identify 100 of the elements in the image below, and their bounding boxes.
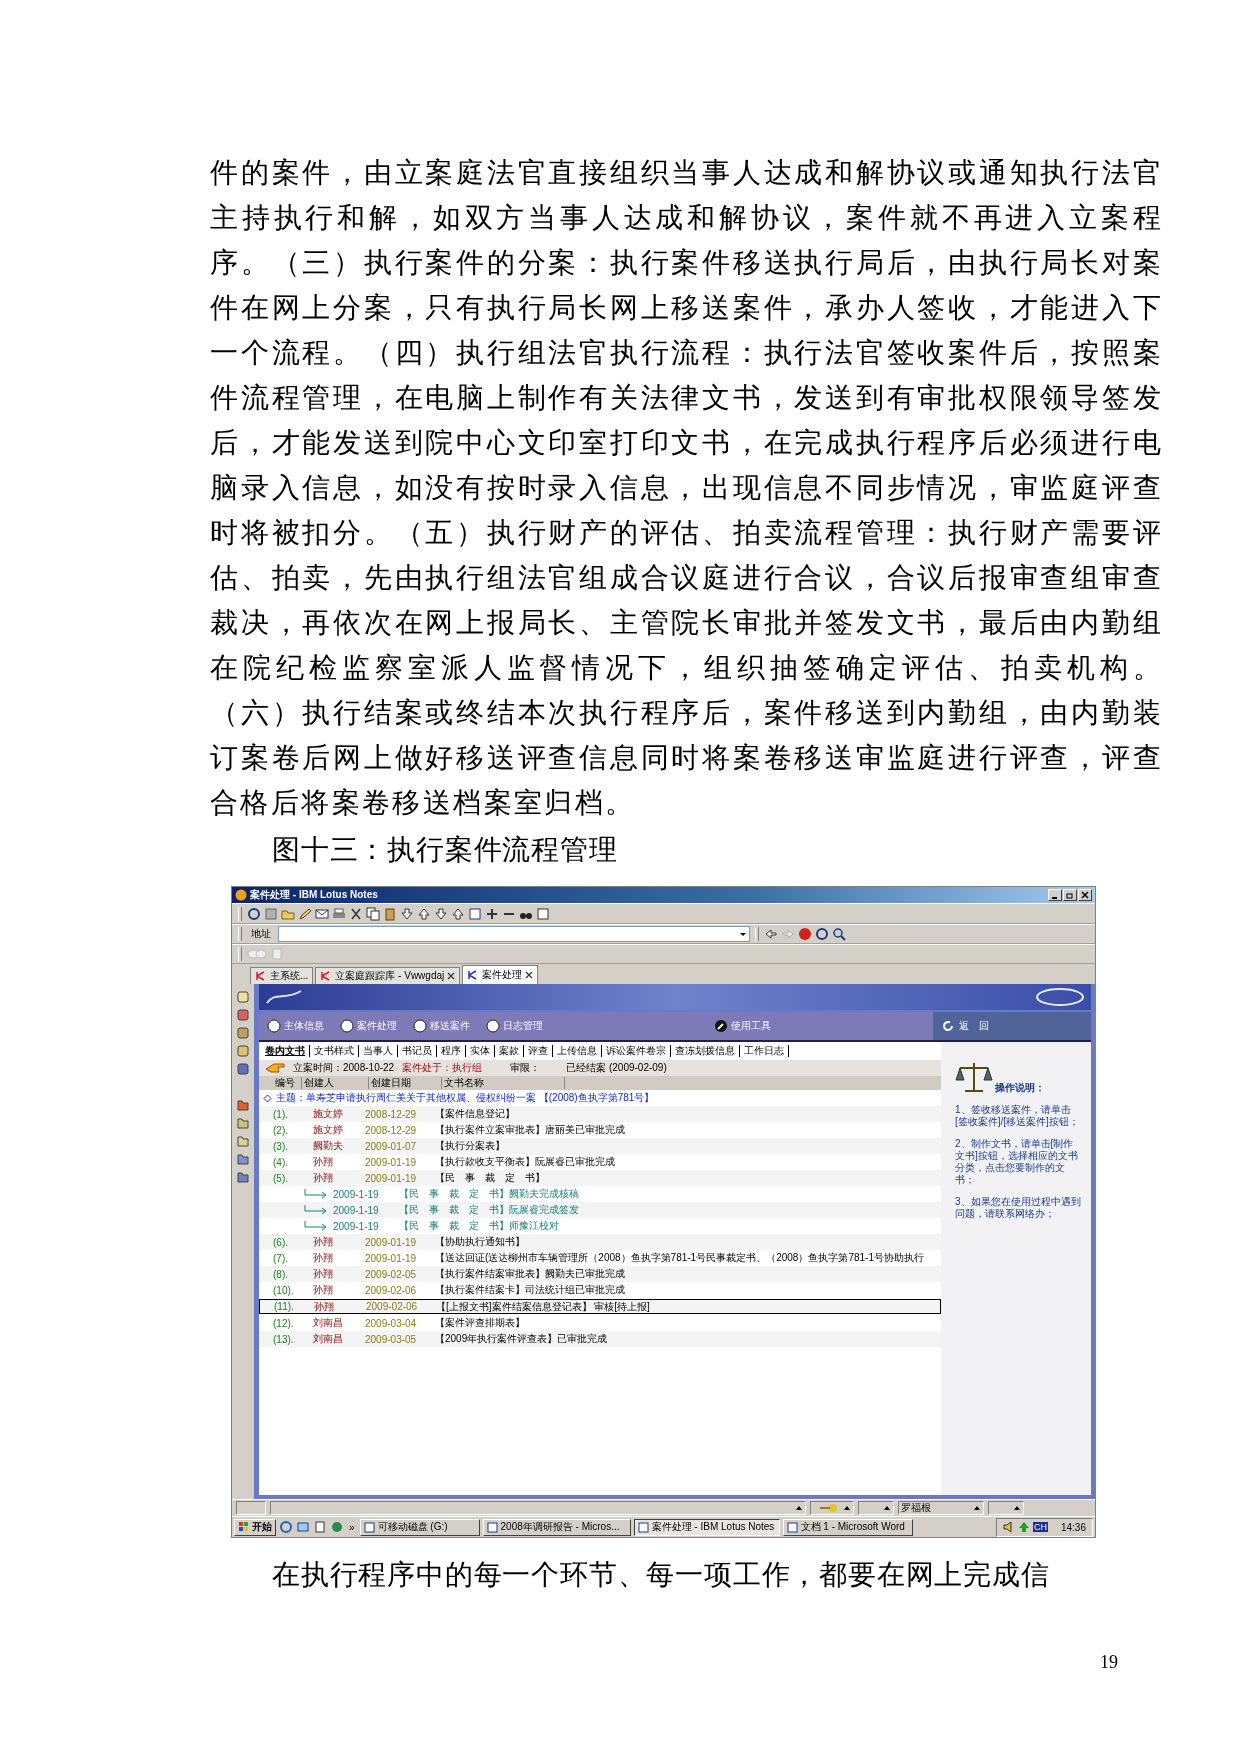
- up-caret-icon: [973, 1504, 981, 1512]
- arrow-down-icon[interactable]: [400, 906, 414, 921]
- taskbar-button[interactable]: 可移动磁盘 (G:): [359, 1518, 480, 1536]
- window-icon: [486, 1521, 498, 1533]
- close-icon[interactable]: [447, 972, 456, 980]
- status-panel[interactable]: [988, 1501, 1024, 1515]
- speaker-icon: [1002, 1521, 1015, 1533]
- creator-name: 孙翔: [313, 1283, 334, 1297]
- document-title: 【执行案件立案审批表】唐丽美已审批完成: [435, 1123, 626, 1137]
- input-method-indicator[interactable]: CH: [1032, 1522, 1048, 1532]
- window-icon: [363, 1521, 375, 1533]
- plus-icon[interactable]: [485, 906, 499, 921]
- section-tab[interactable]: 上传信息: [553, 1045, 602, 1057]
- section-tab[interactable]: 卷内文书: [261, 1045, 310, 1057]
- window-title: 案件处理 - IBM Lotus Notes: [250, 889, 378, 901]
- copy-icon[interactable]: [366, 906, 380, 921]
- close-button[interactable]: [1078, 889, 1092, 901]
- search-icon[interactable]: [832, 927, 846, 941]
- address-field[interactable]: [278, 926, 750, 942]
- section-tab[interactable]: 书记员: [398, 1045, 437, 1057]
- print-icon[interactable]: [332, 906, 346, 921]
- created-date: 2009-01-19: [365, 1172, 418, 1184]
- section-tab[interactable]: 评查: [524, 1045, 553, 1057]
- key-icon: [819, 1503, 839, 1513]
- section-tab[interactable]: 诉讼案件卷宗: [602, 1045, 671, 1057]
- document-row[interactable]: (13). 刘南昌 2009-03-05 【2009年执行案件评查表】已审批完成: [259, 1331, 941, 1347]
- document-title: 【案件信息登记】: [435, 1107, 516, 1121]
- window-icon[interactable]: [468, 906, 482, 921]
- document-title: 【执行案件结案卡】司法统计组已审批完成: [435, 1283, 626, 1297]
- column-header: 创建日期: [369, 1077, 442, 1089]
- minimize-button[interactable]: [1048, 889, 1062, 901]
- nav-menu-item[interactable]: 移送案件: [405, 1019, 478, 1033]
- row-number: (13).: [273, 1333, 295, 1345]
- tools-menu-item[interactable]: 使用工具: [705, 1019, 779, 1033]
- section-tab[interactable]: 案款: [495, 1045, 524, 1057]
- user-selector[interactable]: 罗福根: [898, 1501, 984, 1515]
- document-title: 【送达回证(送达柳州市车辆管理所（2008）鱼执字第781-1号民事裁定书、（2008）鱼执字第781-1号协助执行: [435, 1251, 925, 1265]
- document-title: 【[上报文书]案件结案信息登记表】 审核[待上报]: [436, 1299, 651, 1314]
- arrow-down-icon[interactable]: [434, 906, 448, 921]
- document-row[interactable]: (6). 孙翔 2009-01-19 【协助执行通知书】: [259, 1234, 941, 1250]
- creator-name: 施文婷: [313, 1107, 344, 1121]
- creator-name: 孙翔: [314, 1299, 335, 1314]
- taskbar-button[interactable]: 案件处理 - IBM Lotus Notes: [633, 1518, 780, 1536]
- section-tab[interactable]: 工作日志: [740, 1045, 789, 1057]
- arrow-up-icon[interactable]: [451, 906, 465, 921]
- created-date: 2008-12-29: [365, 1124, 418, 1136]
- figure-caption: 图十三：执行案件流程管理: [271, 833, 619, 867]
- up-caret-icon: [883, 1504, 891, 1512]
- row-number: (4).: [273, 1156, 289, 1168]
- case-topic: 主题：单寿芝申请执行周仁美关于其他权属、侵权纠纷一案 【(2008)鱼执字第781号】: [276, 1091, 655, 1105]
- more-icons-button[interactable]: »: [347, 1521, 357, 1533]
- document-tab[interactable]: 案件处理: [462, 965, 539, 984]
- document-title: 【案件评查排期表】: [435, 1316, 526, 1330]
- creator-name: 刘南昌: [313, 1332, 344, 1346]
- status-panel: [236, 1501, 266, 1515]
- notepad-icon[interactable]: [313, 1520, 327, 1534]
- nav-menu-item[interactable]: 案件处理: [332, 1019, 405, 1033]
- created-date: 2009-02-06: [366, 1301, 419, 1312]
- document-row[interactable]: (1). 施文婷 2008-12-29 【案件信息登记】: [259, 1106, 941, 1122]
- document-row[interactable]: (8). 孙翔 2009-02-05 【执行案件结案审批表】阙勤夫已审批完成: [259, 1266, 941, 1282]
- start-button[interactable]: 开始: [234, 1518, 276, 1536]
- close-icon: [1081, 891, 1089, 899]
- security-panel[interactable]: [810, 1501, 854, 1515]
- section-tab[interactable]: 实体: [466, 1045, 495, 1057]
- back-arrow-icon[interactable]: [764, 927, 778, 941]
- round-menu-icon: [340, 1019, 354, 1033]
- filing-date: 立案时间：2008-10-22: [293, 1061, 395, 1075]
- document-row[interactable]: (11). 孙翔 2009-02-06 【[上报文书]案件结案信息登记表】 审核[待上报]: [259, 1299, 941, 1314]
- edit-icon[interactable]: [298, 906, 312, 921]
- section-tab[interactable]: 程序: [437, 1045, 466, 1057]
- section-tab[interactable]: 查冻划拨信息: [671, 1045, 740, 1057]
- document-tab[interactable]: 主系统...: [250, 967, 314, 984]
- document-title: 【执行款收支平衡表】阮展睿已审批完成: [435, 1155, 616, 1169]
- taskbar-button[interactable]: 文档 1 - Microsoft Word: [782, 1518, 913, 1536]
- database-logo-icon: [255, 970, 267, 982]
- creator-name: 阙勤夫: [313, 1139, 344, 1153]
- arrow-up-icon[interactable]: [417, 906, 431, 921]
- status-panel[interactable]: [858, 1501, 894, 1515]
- section-tab[interactable]: 当事人: [359, 1045, 398, 1057]
- body-paragraph: 件的案件，由立案庭法官直接组织当事人达成和解协议或通知执行法官主持执行和解，如双方当事人达成和解协议，案件就不再进入立案程序。（三）执行案件的分案：执行案件移送执行局后，由执行局长对案件在网上分案，只有执行局长网上移送案件，承办人签收，才能进入下一个流程。（四）执行组法官执行流程：执行法官签收案件后，按照案件流程管理，在电脑上制作有关法律文书，发送到有审批权限领导签发后，才能发送到院中心文印室打印文书，在完成执行程序后必须进行电脑录入信息，如没有按时录入信息，出现信息不同步情况，审监庭评查时将被扣分。（五）执行财产的评估、拍卖流程管理：执行财产需要评估、拍卖，先由执行组法官组成合议庭进行合议，合议后报审查组审查裁决，再依次在网上报局长、主管院长审批并签发文书，最后由内勤组在院纪检监察室派人监督情况下，组织抽签确定评估、拍卖机构。（六）执行结案或终结本次执行程序后，案件移送到内勤组，由内勤装订案卷后网上做好移送评查信息同时将案卷移送审监庭进行评查，评查合格后将案卷移送档案室归档。: [210, 156, 1163, 820]
- close-icon[interactable]: [525, 971, 534, 979]
- nav-menu-item[interactable]: 日志管理: [478, 1019, 551, 1033]
- window-icon: [637, 1521, 649, 1533]
- nav-menu-item[interactable]: 主体信息: [259, 1019, 332, 1033]
- restore-button[interactable]: [1063, 889, 1077, 901]
- body-paragraph: 在执行程序中的每一个环节、每一项工作，都要在网上完成信: [272, 1558, 1051, 1592]
- creator-name: 孙翔: [313, 1235, 334, 1249]
- creator-name: 孙翔: [313, 1171, 334, 1185]
- back-button[interactable]: 返 回: [933, 1012, 1091, 1040]
- document-title: 【执行分案表】: [435, 1139, 506, 1153]
- taskbar-button[interactable]: 2008年调研报告 - Micros...: [482, 1518, 631, 1536]
- document-row[interactable]: (5). 孙翔 2009-01-19 【民 事 裁 定 书】: [259, 1170, 941, 1186]
- step-date: 2009-1-19: [333, 1188, 379, 1200]
- address-label: 地址: [250, 927, 272, 941]
- stop-icon[interactable]: [798, 927, 812, 941]
- document-row[interactable]: (3). 阙勤夫 2009-01-07 【执行分案表】: [259, 1138, 941, 1154]
- document-tab[interactable]: 立案庭跟踪库 - Vwwgdaj: [315, 967, 461, 984]
- section-tab[interactable]: 文书样式: [310, 1045, 359, 1057]
- page-number: 19: [1100, 1652, 1119, 1673]
- row-number: (10).: [273, 1284, 295, 1296]
